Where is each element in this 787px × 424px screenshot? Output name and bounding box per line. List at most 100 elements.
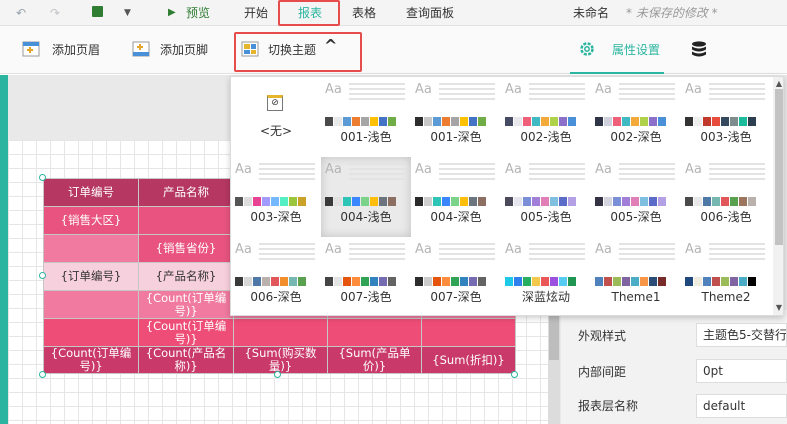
table-row: {Count(订单编号)} {Count(产品名称)} {Sum(购买数量)} … — [43, 346, 516, 374]
color-swatch — [235, 277, 243, 286]
text-lines-preview — [439, 83, 495, 103]
font-preview-icon: Aa — [505, 82, 522, 97]
color-swatch — [262, 197, 270, 206]
menu-start[interactable]: 开始 — [244, 4, 268, 22]
text-lines-preview — [439, 243, 495, 263]
table-cell[interactable]: {Sum(折扣)} — [421, 346, 516, 374]
table-cell[interactable] — [327, 318, 422, 347]
table-cell[interactable] — [43, 234, 139, 263]
table-cell[interactable]: {Sum(产品单价)} — [327, 346, 422, 374]
resize-handle[interactable] — [39, 272, 46, 279]
theme-option[interactable]: Aa 007-深色 — [411, 237, 501, 315]
theme-option[interactable]: Aa 006-深色 — [231, 237, 321, 315]
table-cell[interactable]: {Count(订单编号)} — [43, 346, 139, 374]
color-swatches — [415, 277, 487, 286]
font-preview-icon: Aa — [685, 242, 702, 257]
table-cell[interactable]: {Count(产品名称)} — [138, 346, 234, 374]
color-swatch — [460, 197, 468, 206]
add-footer-button[interactable]: 添加页脚 — [160, 40, 208, 60]
color-swatch — [262, 277, 270, 286]
theme-option-label: 深蓝炫动 — [521, 290, 570, 304]
color-swatches — [685, 197, 757, 206]
table-cell[interactable] — [421, 318, 516, 347]
theme-option[interactable]: Aa 002-浅色 — [501, 77, 591, 157]
theme-option[interactable]: Aa 003-深色 — [231, 157, 321, 237]
theme-dropdown-scrollbar-thumb[interactable] — [775, 89, 783, 245]
color-swatch — [685, 117, 693, 126]
redo-icon[interactable]: ↷ — [50, 4, 60, 22]
undo-icon[interactable]: ↶ — [16, 4, 26, 22]
report-layer-name-field[interactable]: default — [696, 394, 787, 418]
table-cell[interactable] — [43, 290, 139, 319]
save-dropdown-chevron-icon[interactable]: ▼ — [124, 4, 131, 22]
table-cell[interactable]: {Sum(购买数量)} — [233, 346, 328, 374]
color-swatches — [325, 197, 397, 206]
color-swatch — [415, 277, 423, 286]
color-swatch — [559, 197, 567, 206]
scroll-up-icon[interactable]: ▲ — [775, 79, 783, 89]
add-header-button[interactable]: 添加页眉 — [52, 40, 100, 60]
color-swatch — [505, 277, 513, 286]
preview-button[interactable]: 预览 — [186, 4, 210, 22]
font-preview-icon: Aa — [235, 162, 252, 177]
color-swatch — [433, 117, 441, 126]
color-swatch — [550, 277, 558, 286]
theme-option[interactable]: Aa 003-浅色 — [681, 77, 771, 157]
save-icon[interactable] — [92, 6, 103, 17]
theme-option[interactable]: Aa 001-浅色 — [321, 77, 411, 157]
table-cell[interactable] — [138, 206, 234, 235]
resize-handle[interactable] — [511, 371, 518, 378]
table-cell[interactable] — [43, 318, 139, 347]
appearance-style-field[interactable]: 主题色5-交替行颜色 — [696, 323, 787, 347]
theme-option[interactable]: Aa 005-深色 — [591, 157, 681, 237]
table-cell[interactable]: {销售大区} — [43, 206, 139, 235]
color-swatch — [352, 277, 360, 286]
color-swatch — [658, 277, 666, 286]
color-swatch — [622, 117, 630, 126]
scroll-down-icon[interactable]: ▼ — [775, 303, 783, 313]
color-swatch — [613, 117, 621, 126]
theme-option[interactable]: Aa Theme2 — [681, 237, 771, 315]
report-menu-highlight — [278, 0, 340, 26]
menu-table[interactable]: 表格 — [352, 4, 376, 22]
theme-option[interactable]: Aa 005-浅色 — [501, 157, 591, 237]
attribute-tab-underline — [570, 72, 664, 74]
font-preview-icon: Aa — [595, 162, 612, 177]
color-swatch — [478, 277, 486, 286]
table-cell[interactable]: {订单编号} — [43, 262, 139, 291]
theme-option[interactable]: Aa 001-深色 — [411, 77, 501, 157]
table-cell[interactable]: {销售省份} — [138, 234, 234, 263]
color-swatches — [505, 197, 577, 206]
theme-option[interactable]: Aa Theme1 — [591, 237, 681, 315]
table-cell[interactable]: {产品名称} — [138, 262, 234, 291]
theme-option[interactable]: Aa 007-浅色 — [321, 237, 411, 315]
resize-handle[interactable] — [39, 371, 46, 378]
color-swatch — [460, 117, 468, 126]
theme-option-label: 004-浅色 — [340, 210, 392, 224]
color-swatch — [244, 277, 252, 286]
database-icon[interactable] — [690, 40, 708, 58]
theme-option[interactable]: Aa 004-深色 — [411, 157, 501, 237]
inner-padding-field[interactable]: 0pt — [696, 359, 787, 383]
font-preview-icon: Aa — [685, 162, 702, 177]
table-cell[interactable]: {Count(订单编号)} — [138, 318, 234, 347]
menu-query-panel[interactable]: 查询面板 — [406, 4, 454, 22]
theme-option[interactable]: Aa 004-浅色 — [321, 157, 411, 237]
resize-handle[interactable] — [274, 371, 281, 378]
theme-option[interactable]: ⊘ <无> — [231, 77, 321, 157]
theme-option-label: 005-深色 — [610, 210, 662, 224]
color-swatch — [649, 117, 657, 126]
theme-option[interactable]: Aa 006-浅色 — [681, 157, 771, 237]
color-swatch — [541, 277, 549, 286]
font-preview-icon: Aa — [595, 82, 612, 97]
table-cell[interactable]: {Count(订单编号)} — [138, 290, 234, 319]
color-swatch — [703, 197, 711, 206]
theme-option[interactable]: Aa 002-深色 — [591, 77, 681, 157]
table-cell[interactable] — [233, 318, 328, 347]
color-swatches — [325, 117, 397, 126]
table-cell[interactable]: 订单编号 — [43, 178, 139, 207]
attribute-settings-tab[interactable]: 属性设置 — [612, 40, 660, 60]
theme-option[interactable]: Aa 深蓝炫动 — [501, 237, 591, 315]
table-cell[interactable]: 产品名称 — [138, 178, 234, 207]
resize-handle[interactable] — [39, 174, 46, 181]
